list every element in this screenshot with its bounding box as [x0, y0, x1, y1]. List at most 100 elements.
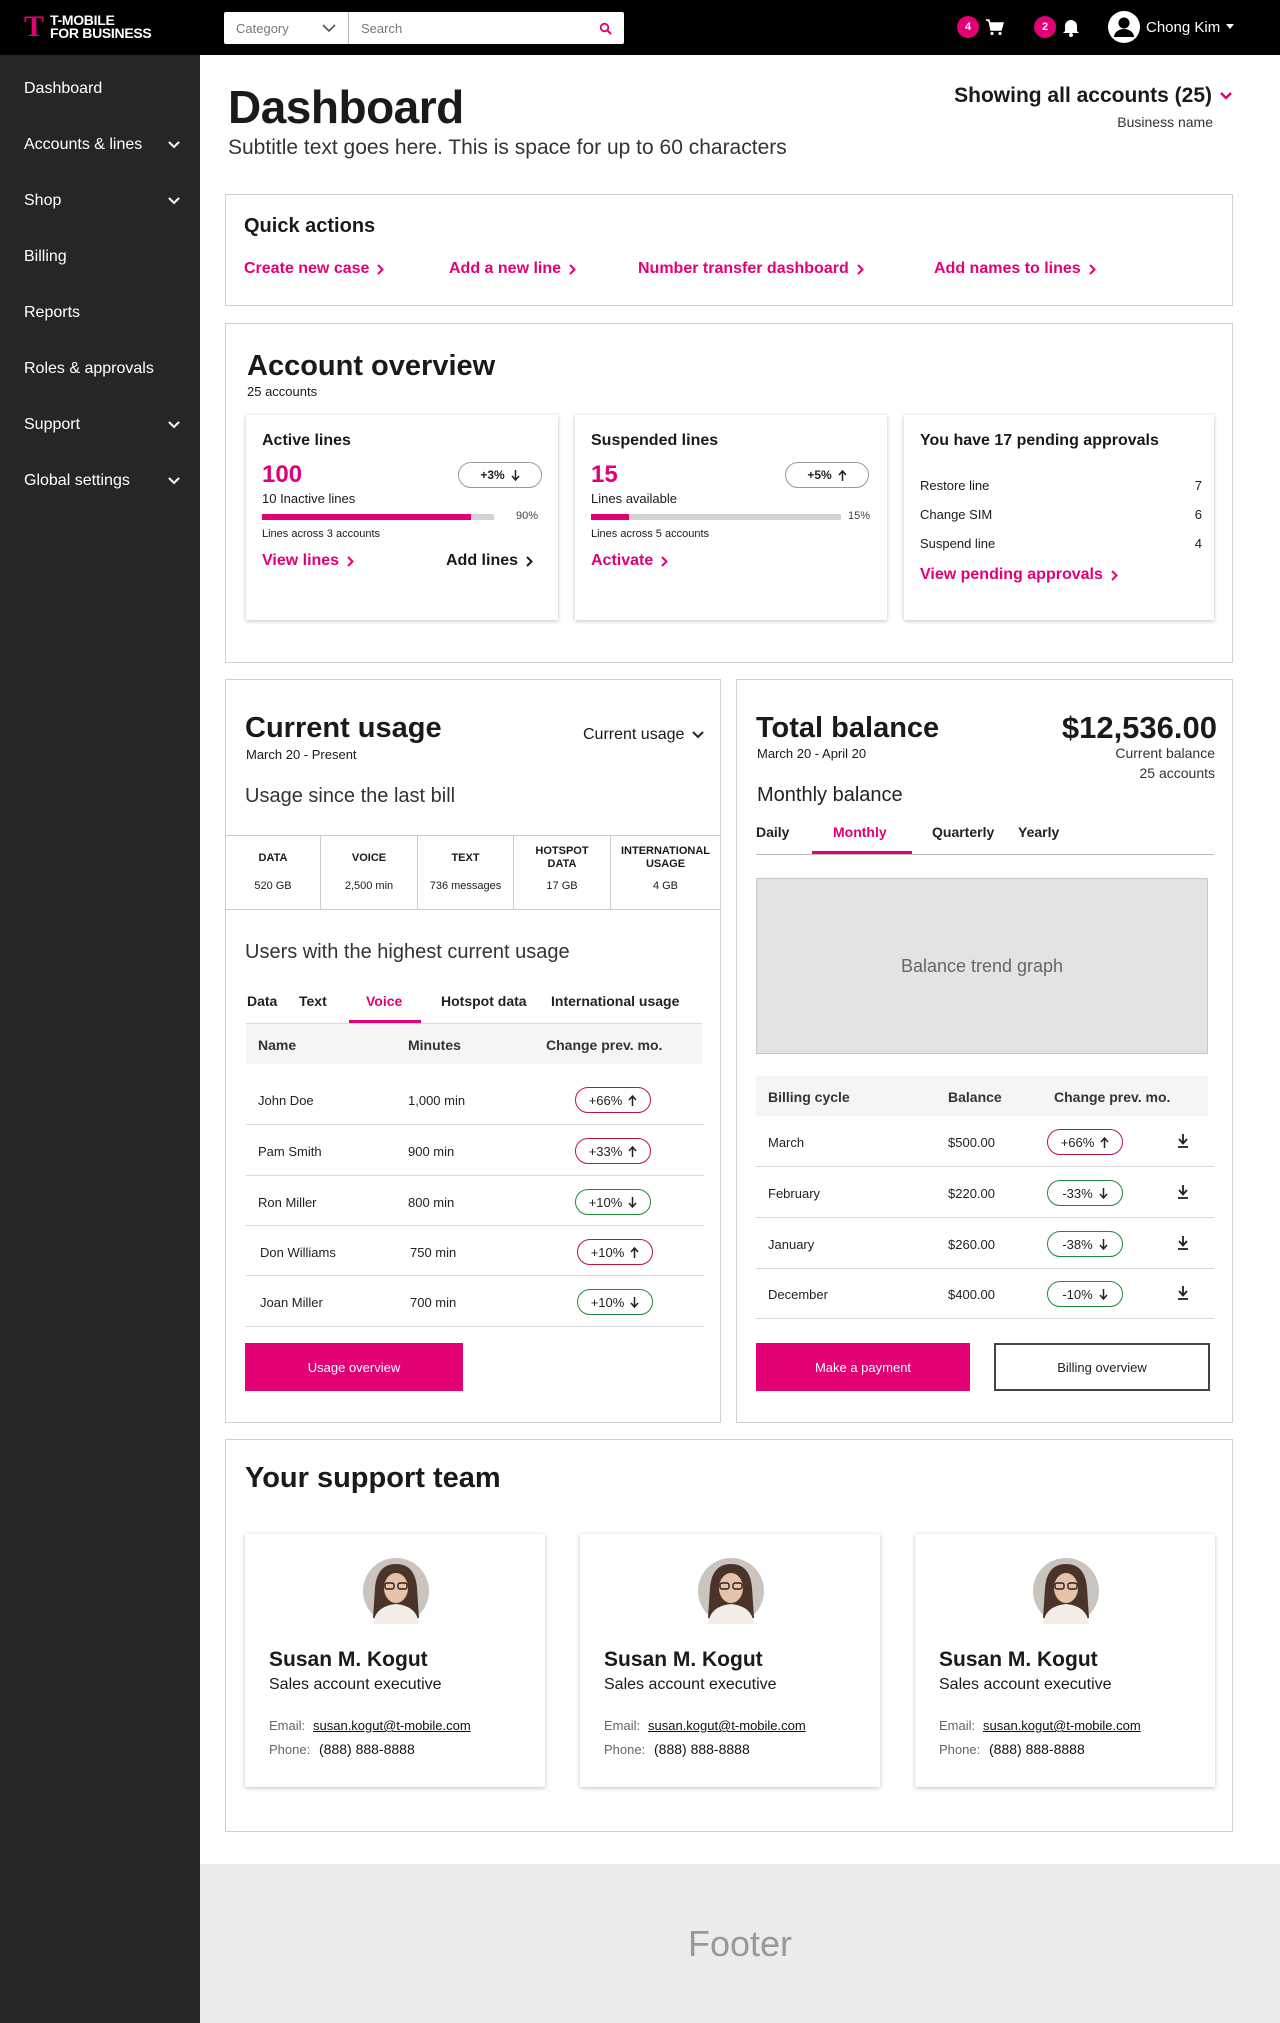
- caret-down-icon: [1226, 24, 1235, 29]
- member-email-link[interactable]: susan.kogut@t-mobile.com: [313, 1718, 471, 1733]
- add-line-link[interactable]: Add a new line: [449, 260, 576, 278]
- approval-item-count: 4: [1194, 536, 1202, 551]
- change-value: +66%: [1060, 1134, 1095, 1150]
- sidebar-item-shop[interactable]: Shop: [24, 192, 180, 210]
- member-phone[interactable]: (888) 888-8888: [319, 1741, 415, 1757]
- make-payment-button[interactable]: Make a payment: [756, 1343, 970, 1391]
- arrow-down-icon: [511, 469, 520, 481]
- stat-data: DATA 520 GB: [226, 836, 321, 909]
- row-divider: [756, 1318, 1214, 1319]
- link-label: View pending approvals: [920, 566, 1103, 583]
- support-member-card: Susan M. Kogut Sales account executive E…: [580, 1534, 880, 1787]
- active-progress-label: 90%: [516, 510, 539, 522]
- download-icon[interactable]: [1177, 1286, 1189, 1300]
- tab-text[interactable]: Text: [299, 993, 327, 1009]
- sidebar-item-accounts-lines[interactable]: Accounts & lines: [24, 136, 180, 154]
- account-count: 25 accounts: [247, 384, 318, 399]
- avatar: [698, 1558, 764, 1624]
- sidebar-item-dashboard[interactable]: Dashboard: [24, 80, 180, 98]
- brand-logo[interactable]: T T-MOBILE FOR BUSINESS: [24, 12, 152, 42]
- notification-count-badge: 2: [1034, 16, 1056, 38]
- top-users-title: Users with the highest current usage: [245, 941, 570, 963]
- row-divider: [756, 1268, 1214, 1269]
- usage-dropdown[interactable]: Current usage: [583, 726, 705, 744]
- sidebar-item-roles-approvals[interactable]: Roles & approvals: [24, 360, 180, 378]
- change-value: -33%: [1062, 1185, 1093, 1201]
- download-icon[interactable]: [1177, 1134, 1189, 1148]
- change-badge: +10%: [577, 1239, 653, 1265]
- change-value: +5%: [807, 468, 832, 482]
- activate-link[interactable]: Activate: [591, 552, 669, 570]
- create-case-link[interactable]: Create new case: [244, 260, 385, 278]
- sidebar: Dashboard Accounts & lines Shop Billing …: [0, 55, 200, 2023]
- billing-overview-button[interactable]: Billing overview: [994, 1343, 1210, 1391]
- link-label: Number transfer dashboard: [638, 260, 849, 277]
- download-icon[interactable]: [1177, 1185, 1189, 1199]
- notifications-button[interactable]: 2: [1034, 16, 1080, 38]
- balance-cell: $220.00: [948, 1186, 995, 1201]
- user-menu[interactable]: Chong Kim: [1108, 11, 1235, 43]
- stat-value: 520 GB: [254, 880, 292, 892]
- view-lines-link[interactable]: View lines: [262, 552, 354, 570]
- member-phone[interactable]: (888) 888-8888: [654, 1741, 750, 1757]
- tab-daily[interactable]: Daily: [756, 824, 789, 840]
- usage-overview-button[interactable]: Usage overview: [245, 1343, 463, 1391]
- add-names-link[interactable]: Add names to lines: [934, 260, 1096, 278]
- add-lines-link[interactable]: Add lines: [446, 552, 533, 570]
- arrow-up-icon: [838, 469, 847, 481]
- page-subtitle: Subtitle text goes here. This is space f…: [228, 136, 787, 159]
- approval-item-count: 7: [1194, 478, 1202, 493]
- tab-quarterly[interactable]: Quarterly: [932, 824, 994, 840]
- current-usage-panel: Current usage March 20 - Present Current…: [225, 679, 721, 1423]
- row-divider: [246, 1275, 704, 1276]
- link-label: Add a new line: [449, 260, 562, 277]
- link-label: View lines: [262, 552, 340, 569]
- change-value: +66%: [588, 1092, 623, 1108]
- sidebar-item-billing[interactable]: Billing: [24, 248, 180, 266]
- tab-hotspot-data[interactable]: Hotspot data: [441, 993, 527, 1009]
- approval-item-label: Suspend line: [920, 536, 996, 551]
- billing-cycle-cell: January: [768, 1237, 815, 1252]
- usage-since-label: Usage since the last bill: [245, 785, 456, 807]
- balance-amount-label: Current balance: [1115, 745, 1215, 761]
- tab-voice[interactable]: Voice: [366, 993, 402, 1009]
- stat-international: INTERNATIONAL USAGE 4 GB: [611, 836, 720, 909]
- search-icon[interactable]: [599, 22, 612, 35]
- active-lines-card: Active lines 100 +3% 10 Inactive lines 9…: [246, 415, 558, 620]
- change-badge: +33%: [575, 1138, 651, 1164]
- sidebar-item-label: Accounts & lines: [24, 136, 143, 153]
- balance-accounts: 25 accounts: [1139, 765, 1216, 781]
- balance-cell: $260.00: [948, 1237, 995, 1252]
- stat-text: TEXT 736 messages: [418, 836, 514, 909]
- suspended-lines-note: Lines across 5 accounts: [591, 528, 710, 540]
- view-pending-approvals-link[interactable]: View pending approvals: [920, 566, 1118, 584]
- approval-item-label: Restore line: [920, 478, 990, 493]
- sidebar-item-label: Support: [24, 416, 81, 433]
- account-selector[interactable]: Showing all accounts (25): [954, 84, 1232, 108]
- arrow-down-icon: [1099, 1288, 1108, 1300]
- member-phone[interactable]: (888) 888-8888: [989, 1741, 1085, 1757]
- member-email-link[interactable]: susan.kogut@t-mobile.com: [983, 1718, 1141, 1733]
- cart-count-badge: 4: [957, 16, 979, 38]
- progress-fill: [591, 514, 629, 520]
- search-input[interactable]: Search: [349, 21, 624, 36]
- tab-yearly[interactable]: Yearly: [1018, 824, 1059, 840]
- chevron-down-icon: [168, 141, 180, 149]
- cart-button[interactable]: 4: [957, 16, 1005, 38]
- sidebar-item-label: Billing: [24, 248, 67, 265]
- tab-monthly[interactable]: Monthly: [833, 824, 887, 840]
- sidebar-item-reports[interactable]: Reports: [24, 304, 180, 322]
- sidebar-item-global-settings[interactable]: Global settings: [24, 472, 180, 490]
- avatar: [1033, 1558, 1099, 1624]
- sidebar-item-support[interactable]: Support: [24, 416, 180, 434]
- tab-international-usage[interactable]: International usage: [551, 993, 679, 1009]
- tab-data[interactable]: Data: [247, 993, 277, 1009]
- balance-cell: $400.00: [948, 1287, 995, 1302]
- category-select[interactable]: Category: [224, 12, 349, 44]
- balance-cell: $500.00: [948, 1135, 995, 1150]
- change-value: -38%: [1062, 1236, 1093, 1252]
- member-email-link[interactable]: susan.kogut@t-mobile.com: [648, 1718, 806, 1733]
- number-transfer-link[interactable]: Number transfer dashboard: [638, 260, 864, 278]
- suspended-lines-value: 15: [591, 461, 618, 488]
- download-icon[interactable]: [1177, 1236, 1189, 1250]
